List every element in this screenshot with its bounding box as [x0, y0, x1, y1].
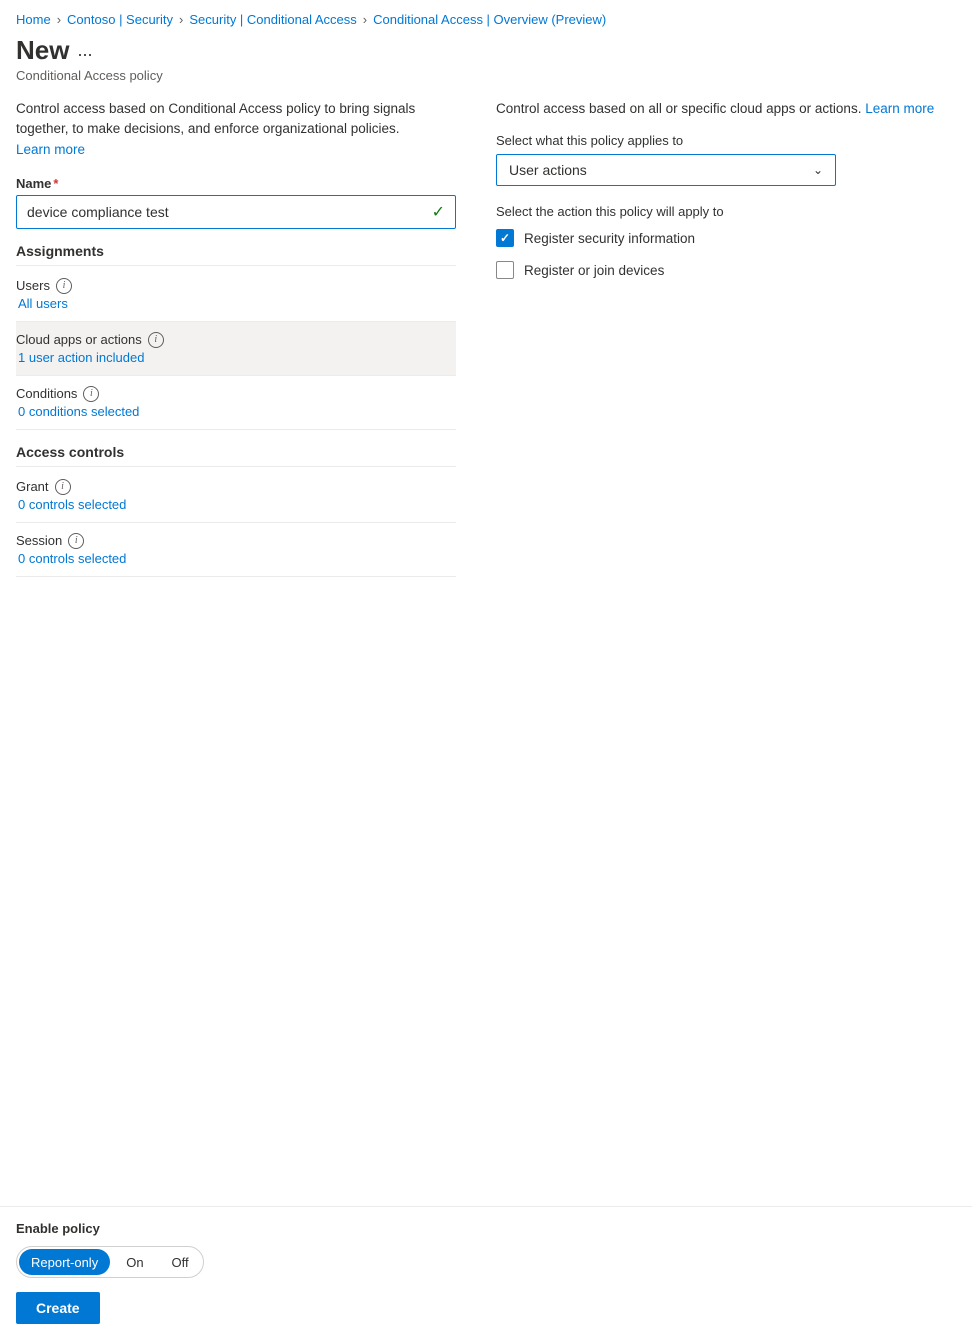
breadcrumb-sep-1: › — [57, 12, 61, 27]
name-check-icon: ✓ — [432, 202, 445, 222]
policy-toggle-row: Report-only On Off — [16, 1246, 956, 1278]
left-description: Control access based on Conditional Acce… — [16, 99, 456, 160]
breadcrumb-sep-2: › — [179, 12, 183, 27]
session-value: 0 controls selected — [16, 551, 456, 566]
checkbox-register-devices-label: Register or join devices — [524, 263, 664, 278]
users-label-row: Users i — [16, 278, 456, 294]
access-controls-header: Access controls — [16, 430, 456, 467]
left-panel: Control access based on Conditional Acce… — [16, 99, 456, 757]
enable-policy-label: Enable policy — [16, 1221, 956, 1236]
grant-section-item[interactable]: Grant i 0 controls selected — [16, 469, 456, 523]
main-content: Control access based on Conditional Acce… — [0, 99, 972, 757]
breadcrumb-contoso[interactable]: Contoso | Security — [67, 12, 173, 27]
grant-info-icon[interactable]: i — [55, 479, 71, 495]
footer: Enable policy Report-only On Off Create — [0, 1206, 972, 1338]
checkbox-register-devices[interactable]: Register or join devices — [496, 261, 956, 279]
page-title-row: New ... — [16, 35, 956, 66]
users-label: Users — [16, 278, 50, 293]
left-learn-more[interactable]: Learn more — [16, 142, 85, 157]
page-header: New ... Conditional Access policy — [0, 35, 972, 99]
grant-label: Grant — [16, 479, 49, 494]
right-description: Control access based on all or specific … — [496, 99, 956, 119]
dropdown-value: User actions — [509, 162, 587, 178]
cloud-apps-label: Cloud apps or actions — [16, 332, 142, 347]
checkbox-register-security-box[interactable] — [496, 229, 514, 247]
page-subtitle: Conditional Access policy — [16, 68, 956, 83]
session-label: Session — [16, 533, 62, 548]
conditions-info-icon[interactable]: i — [83, 386, 99, 402]
policy-toggle-group[interactable]: Report-only On Off — [16, 1246, 204, 1278]
create-button[interactable]: Create — [16, 1292, 100, 1324]
grant-label-row: Grant i — [16, 479, 456, 495]
users-section-item[interactable]: Users i All users — [16, 268, 456, 322]
conditions-label: Conditions — [16, 386, 77, 401]
checkbox-register-security-label: Register security information — [524, 231, 695, 246]
session-info-icon[interactable]: i — [68, 533, 84, 549]
cloud-apps-value: 1 user action included — [16, 350, 456, 365]
checkbox-register-security[interactable]: Register security information — [496, 229, 956, 247]
toggle-on[interactable]: On — [112, 1247, 157, 1277]
cloud-apps-label-row: Cloud apps or actions i — [16, 332, 456, 348]
toggle-off[interactable]: Off — [158, 1247, 203, 1277]
chevron-down-icon: ⌄ — [813, 163, 823, 177]
select-label: Select what this policy applies to — [496, 133, 956, 148]
toggle-report-only[interactable]: Report-only — [19, 1249, 110, 1275]
right-panel: Control access based on all or specific … — [496, 99, 956, 757]
checkbox-register-devices-box[interactable] — [496, 261, 514, 279]
users-value: All users — [16, 296, 456, 311]
cloud-apps-section-item[interactable]: Cloud apps or actions i 1 user action in… — [16, 322, 456, 376]
grant-value: 0 controls selected — [16, 497, 456, 512]
session-label-row: Session i — [16, 533, 456, 549]
policy-applies-dropdown[interactable]: User actions ⌄ — [496, 154, 836, 186]
name-label: Name* — [16, 176, 456, 191]
session-section-item[interactable]: Session i 0 controls selected — [16, 523, 456, 577]
breadcrumb-security[interactable]: Security | Conditional Access — [189, 12, 356, 27]
conditions-value: 0 conditions selected — [16, 404, 456, 419]
breadcrumb: Home › Contoso | Security › Security | C… — [0, 0, 972, 35]
users-info-icon[interactable]: i — [56, 278, 72, 294]
title-ellipsis[interactable]: ... — [77, 40, 92, 61]
assignments-header: Assignments — [16, 229, 456, 266]
required-star: * — [53, 176, 58, 191]
page-title-text: New — [16, 35, 69, 66]
cloud-apps-info-icon[interactable]: i — [148, 332, 164, 348]
conditions-section-item[interactable]: Conditions i 0 conditions selected — [16, 376, 456, 430]
breadcrumb-home[interactable]: Home — [16, 12, 51, 27]
conditions-label-row: Conditions i — [16, 386, 456, 402]
name-input[interactable] — [27, 204, 426, 220]
breadcrumb-sep-3: › — [363, 12, 367, 27]
right-learn-more[interactable]: Learn more — [865, 101, 934, 116]
breadcrumb-overview[interactable]: Conditional Access | Overview (Preview) — [373, 12, 606, 27]
action-label: Select the action this policy will apply… — [496, 204, 956, 219]
name-input-row[interactable]: ✓ — [16, 195, 456, 229]
